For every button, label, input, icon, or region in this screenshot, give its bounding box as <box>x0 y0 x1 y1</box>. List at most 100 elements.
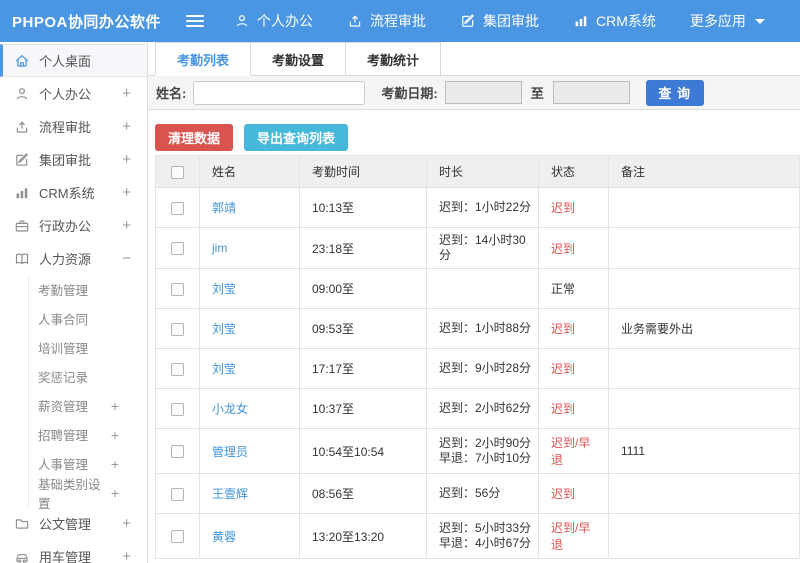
remark-cell <box>608 227 800 269</box>
status-cell: 迟到 <box>538 388 609 429</box>
row-checkbox[interactable] <box>171 487 184 501</box>
sidebar-item-human-resources[interactable]: 人力资源 − <box>0 242 147 275</box>
select-all-cell <box>155 155 200 188</box>
remark-cell <box>608 268 800 309</box>
status-badge: 迟到 <box>551 362 576 376</box>
sidebar-item-recruitment-mgmt[interactable]: 招聘管理 + <box>0 420 147 449</box>
sidebar-item-crm-system[interactable]: CRM系统 + <box>0 176 147 209</box>
column-header: 状态 <box>538 155 609 188</box>
date-to-input[interactable] <box>552 81 630 104</box>
row-checkbox[interactable] <box>171 322 184 336</box>
expand-plus-icon[interactable]: + <box>111 485 147 501</box>
column-header: 姓名 <box>199 155 300 188</box>
row-checkbox[interactable] <box>171 402 184 416</box>
sidebar-item-label: 个人办公 <box>39 87 92 102</box>
row-checkbox-cell <box>155 513 200 559</box>
expand-plus-icon[interactable]: + <box>122 151 139 168</box>
employee-name-link[interactable]: 刘莹 <box>212 322 236 336</box>
query-button[interactable]: 查 询 <box>645 79 704 106</box>
edit-icon <box>460 13 476 29</box>
sidebar-item-label: CRM系统 <box>39 186 95 201</box>
row-checkbox-cell <box>155 348 200 389</box>
employee-name-link[interactable]: 王壹辉 <box>212 487 248 501</box>
name-cell: 管理员 <box>199 428 300 474</box>
expand-plus-icon[interactable]: + <box>122 184 139 201</box>
car-icon <box>14 549 30 563</box>
nav-item-more-apps[interactable]: 更多应用 <box>690 11 765 31</box>
sidebar-item-salary-mgmt[interactable]: 薪资管理 + <box>0 391 147 420</box>
table-row: 刘莹 17:17至 迟到：9小时28分 迟到 <box>155 348 800 389</box>
attendance-time-cell: 10:13至 <box>299 187 427 228</box>
table-row: 小龙女 10:37至 迟到：2小时62分 迟到 <box>155 388 800 429</box>
sidebar-item-label: 招聘管理 <box>38 429 89 443</box>
expand-plus-icon[interactable]: + <box>111 456 147 472</box>
employee-name-link[interactable]: 小龙女 <box>212 402 248 416</box>
expand-plus-icon[interactable]: + <box>111 398 147 414</box>
sidebar-item-reward-punishment[interactable]: 奖惩记录 <box>0 362 147 391</box>
row-checkbox[interactable] <box>171 362 184 376</box>
sidebar-item-personal-office[interactable]: 个人办公 + <box>0 77 147 110</box>
tab-attendance-list[interactable]: 考勤列表 <box>155 42 252 76</box>
row-checkbox[interactable] <box>171 282 184 296</box>
duration-cell <box>426 268 539 309</box>
date-from-input[interactable] <box>444 81 522 104</box>
nav-item-label: 流程审批 <box>370 13 426 29</box>
select-all-checkbox[interactable] <box>171 165 184 179</box>
export-list-button[interactable]: 导出查询列表 <box>244 124 349 151</box>
row-checkbox[interactable] <box>171 530 184 544</box>
sidebar-item-hr-contract[interactable]: 人事合同 <box>0 304 147 333</box>
expand-plus-icon[interactable]: + <box>122 85 139 102</box>
sidebar-item-personal-desktop[interactable]: 个人桌面 <box>0 44 147 77</box>
row-checkbox[interactable] <box>171 445 184 459</box>
duration-cell: 迟到：1小时22分 <box>426 187 539 228</box>
expand-plus-icon[interactable]: + <box>111 427 147 443</box>
employee-name-link[interactable]: 管理员 <box>212 445 248 459</box>
employee-name-link[interactable]: 刘莹 <box>212 282 236 296</box>
sidebar-item-label: 薪资管理 <box>38 400 89 414</box>
expand-plus-icon[interactable]: + <box>122 515 139 532</box>
sidebar-item-training-mgmt[interactable]: 培训管理 <box>0 333 147 362</box>
sidebar-item-document-mgmt[interactable]: 公文管理 + <box>0 507 147 540</box>
expand-plus-icon[interactable]: + <box>122 118 139 135</box>
employee-name-link[interactable]: 郭靖 <box>212 201 236 215</box>
name-filter-label: 姓名: <box>156 86 187 101</box>
table-header-row: 姓名 考勤时间 时长 状态 备注 <box>155 155 800 188</box>
column-header: 备注 <box>608 155 800 188</box>
duration-cell: 迟到：56分 <box>426 473 539 514</box>
employee-name-link[interactable]: jim <box>212 241 227 255</box>
clean-data-button[interactable]: 清理数据 <box>155 124 234 151</box>
tab-attendance-stats[interactable]: 考勤统计 <box>345 42 442 75</box>
chart-icon <box>573 13 589 29</box>
sidebar-item-label: 奖惩记录 <box>38 371 89 385</box>
menu-toggle-icon[interactable] <box>186 12 204 30</box>
row-checkbox-cell <box>155 187 200 228</box>
sidebar-item-group-approval[interactable]: 集团审批 + <box>0 143 147 176</box>
caret-down-icon <box>754 18 765 24</box>
table-row: 刘莹 09:53至 迟到：1小时88分 迟到 业务需要外出 <box>155 308 800 349</box>
nav-item-personal-office[interactable]: 个人办公 <box>234 11 313 31</box>
expand-plus-icon[interactable]: + <box>122 217 139 234</box>
nav-item-group-approval[interactable]: 集团审批 <box>460 11 539 31</box>
row-checkbox[interactable] <box>171 242 184 256</box>
sidebar-item-attendance-mgmt[interactable]: 考勤管理 <box>0 275 147 304</box>
collapse-minus-icon[interactable]: − <box>122 250 139 267</box>
nav-item-workflow-approval[interactable]: 流程审批 <box>347 11 426 31</box>
tab-attendance-settings[interactable]: 考勤设置 <box>250 42 347 75</box>
employee-name-link[interactable]: 黄蓉 <box>212 530 236 544</box>
name-filter-input[interactable] <box>193 80 366 105</box>
status-badge: 迟到 <box>551 241 576 256</box>
folder-icon <box>14 516 30 532</box>
employee-name-link[interactable]: 刘莹 <box>212 362 236 376</box>
status-cell: 迟到/早退 <box>538 428 609 474</box>
nav-item-crm-system[interactable]: CRM系统 <box>573 11 656 31</box>
expand-plus-icon[interactable]: + <box>122 548 139 563</box>
sidebar-item-admin-office[interactable]: 行政办公 + <box>0 209 147 242</box>
nav-item-label: 个人办公 <box>257 13 313 29</box>
sidebar-item-workflow-approval[interactable]: 流程审批 + <box>0 110 147 143</box>
sidebar-item-base-category-settings[interactable]: 基础类别设置 + <box>0 478 147 511</box>
row-checkbox[interactable] <box>171 201 184 215</box>
duration-cell: 迟到：9小时28分 <box>426 348 539 389</box>
sidebar-item-vehicle-mgmt[interactable]: 用车管理 + <box>0 540 147 563</box>
process-icon <box>347 13 363 29</box>
sidebar-item-label: 考勤管理 <box>38 284 89 298</box>
